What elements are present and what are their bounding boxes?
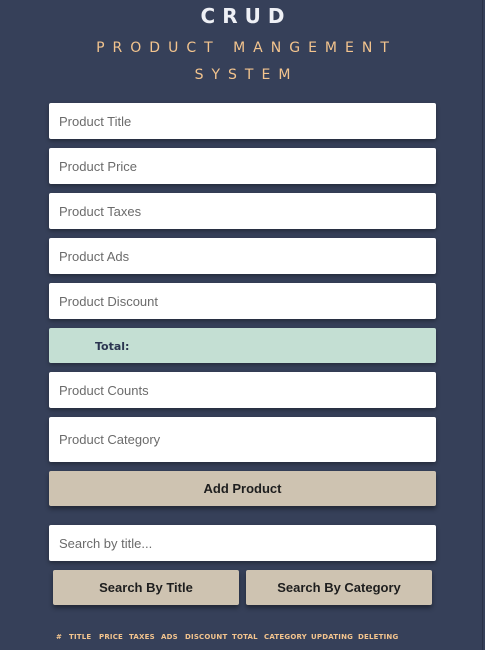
col-header-price: PRICE xyxy=(99,633,124,641)
product-ads-input[interactable] xyxy=(49,238,436,274)
page-subtitle-line2: SYSTEM xyxy=(194,67,299,83)
table-header: # TITLE PRICE TAXES ADS DISCOUNT TOTAL C… xyxy=(56,633,398,641)
col-header-deleting: DELETING xyxy=(358,633,399,641)
col-header-title: TITLE xyxy=(69,633,92,641)
search-by-category-button[interactable]: Search By Category xyxy=(246,570,432,605)
col-header-category: CATEGORY xyxy=(264,633,307,641)
search-by-title-button[interactable]: Search By Title xyxy=(53,570,239,605)
add-product-button[interactable]: Add Product xyxy=(49,471,436,506)
product-category-input[interactable] xyxy=(49,417,436,462)
col-header-taxes: TAXES xyxy=(129,633,155,641)
col-header-index: # xyxy=(56,633,63,641)
page-title: CRUD xyxy=(200,4,292,28)
product-discount-input[interactable] xyxy=(49,283,436,319)
product-title-input[interactable] xyxy=(49,103,436,139)
search-input[interactable] xyxy=(49,525,436,561)
col-header-total: TOTAL xyxy=(232,633,258,641)
product-price-input[interactable] xyxy=(49,148,436,184)
col-header-updating: UPDATING xyxy=(311,633,354,641)
product-count-input[interactable] xyxy=(49,372,436,408)
page-subtitle-line1: PRODUCT MANGEMENT xyxy=(96,40,397,56)
total-label: Total: xyxy=(95,340,130,353)
window-edge xyxy=(482,0,483,650)
total-display: Total: xyxy=(49,328,436,363)
col-header-ads: ADS xyxy=(161,633,178,641)
col-header-discount: DISCOUNT xyxy=(185,633,228,641)
product-taxes-input[interactable] xyxy=(49,193,436,229)
